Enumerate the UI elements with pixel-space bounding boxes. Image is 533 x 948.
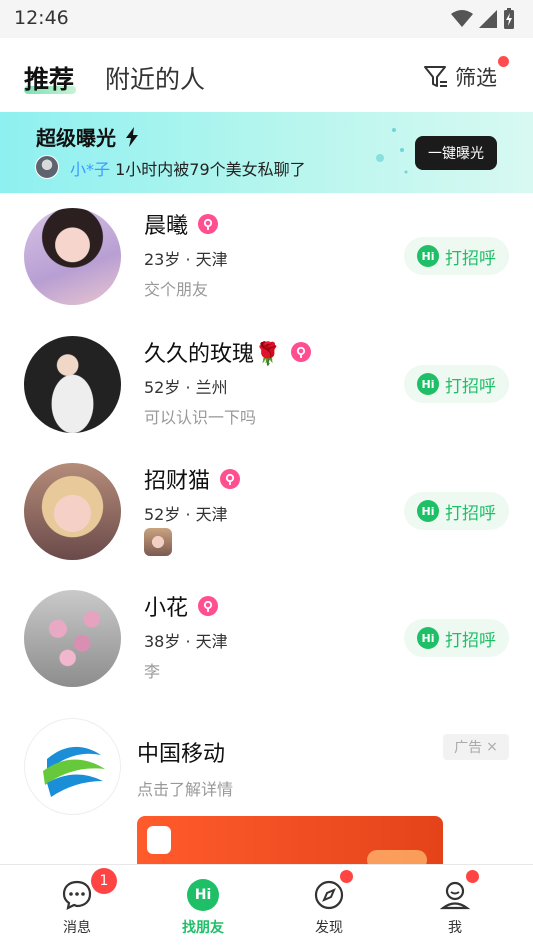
battery-icon [504, 8, 514, 29]
ad-tag[interactable]: 广告 × [443, 734, 509, 760]
user-card[interactable]: 晨曦 23岁 · 天津 交个朋友 Hi 打招呼 [0, 192, 533, 320]
filter-notification-dot [498, 56, 509, 67]
user-name-row: 久久的玫瑰🌹 [144, 336, 312, 368]
lightning-icon [126, 126, 138, 147]
close-icon[interactable]: × [486, 739, 498, 755]
banner-title-row: 超级曝光 [36, 122, 140, 151]
top-header: 推荐 附近的人 筛选 [0, 38, 533, 112]
tab-nearby[interactable]: 附近的人 [105, 60, 205, 96]
wifi-icon [451, 10, 473, 27]
user-name-row: 招财猫 [144, 463, 241, 495]
tab-label: 消息 [63, 920, 91, 936]
user-name: 小花 [144, 596, 189, 621]
avatar[interactable] [24, 336, 121, 433]
app-icon [147, 826, 171, 854]
user-meta: 52岁 · 兰州 [144, 378, 228, 397]
say-hi-label: 打招呼 [445, 630, 496, 651]
say-hi-button[interactable]: Hi 打招呼 [404, 492, 509, 530]
avatar[interactable] [24, 208, 121, 305]
one-click-expose-button[interactable]: 一键曝光 [415, 136, 497, 170]
user-name: 招财猫 [144, 469, 211, 494]
ad-card[interactable]: 中国移动 点击了解详情 广告 × [0, 710, 533, 866]
hi-icon: Hi [417, 500, 439, 522]
female-icon [291, 342, 312, 362]
say-hi-button[interactable]: Hi 打招呼 [404, 365, 509, 403]
user-card[interactable]: 招财猫 52岁 · 天津 Hi 打招呼 [0, 447, 533, 575]
bottom-tab-bar: 消息 Hi 找朋友 发现 我 [0, 864, 533, 948]
status-bar: 12:46 [0, 0, 533, 38]
say-hi-button[interactable]: Hi 打招呼 [404, 237, 509, 275]
filter-label: 筛选 [455, 66, 497, 90]
hi-icon: Hi [185, 877, 221, 913]
user-photo-thumbnail[interactable] [144, 528, 172, 556]
signal-icon [479, 10, 497, 28]
female-icon [220, 469, 241, 489]
say-hi-label: 打招呼 [445, 248, 496, 269]
banner-avatar [35, 155, 59, 179]
hi-icon: Hi [417, 245, 439, 267]
ad-tag-label: 广告 [454, 740, 483, 756]
banner-user-name: 小*子 [70, 160, 111, 179]
banner-message: 1小时内被79个美女私聊了 [115, 160, 306, 179]
avatar[interactable] [24, 590, 121, 687]
me-notification-dot [466, 870, 479, 883]
tab-recommended[interactable]: 推荐 [24, 60, 74, 96]
user-card[interactable]: 小花 38岁 · 天津 李 Hi 打招呼 [0, 574, 533, 702]
china-mobile-logo [24, 718, 121, 815]
tab-label: 我 [448, 920, 462, 936]
say-hi-button[interactable]: Hi 打招呼 [404, 619, 509, 657]
tab-discover[interactable]: 发现 [289, 865, 369, 948]
sparkle-decoration [376, 128, 408, 174]
say-hi-label: 打招呼 [445, 376, 496, 397]
ad-banner-image[interactable] [137, 816, 443, 866]
user-signature: 可以认识一下吗 [144, 408, 257, 427]
user-signature: 交个朋友 [144, 280, 209, 299]
user-name-row: 小花 [144, 590, 219, 622]
tab-me[interactable]: 我 [415, 865, 495, 948]
user-meta: 23岁 · 天津 [144, 250, 228, 269]
tab-find-friends[interactable]: Hi 找朋友 [163, 865, 243, 948]
user-meta: 52岁 · 天津 [144, 505, 228, 524]
chat-bubble-icon [59, 877, 95, 913]
discover-notification-dot [340, 870, 353, 883]
ad-title: 中国移动 [137, 742, 226, 767]
compass-icon [311, 877, 347, 913]
user-signature: 李 [144, 662, 161, 681]
filter-icon [424, 66, 447, 87]
banner-title: 超级曝光 [36, 126, 116, 150]
ad-subtitle: 点击了解详情 [137, 780, 234, 799]
user-name-row: 晨曦 [144, 208, 219, 240]
say-hi-label: 打招呼 [445, 503, 496, 524]
banner-text-row: 小*子 1小时内被79个美女私聊了 [70, 156, 306, 180]
tab-label: 找朋友 [182, 920, 224, 936]
status-icons [451, 8, 515, 30]
hi-icon: Hi [417, 373, 439, 395]
user-name: 晨曦 [144, 214, 189, 239]
tab-label: 发现 [315, 920, 343, 936]
avatar[interactable] [24, 463, 121, 560]
female-icon [198, 596, 219, 616]
messages-badge: 1 [91, 868, 117, 894]
status-time: 12:46 [14, 7, 69, 29]
female-icon [198, 214, 219, 234]
profile-icon [437, 877, 473, 913]
hi-icon: Hi [417, 627, 439, 649]
filter-button[interactable]: 筛选 [423, 62, 497, 92]
user-card[interactable]: 久久的玫瑰🌹 52岁 · 兰州 可以认识一下吗 Hi 打招呼 [0, 320, 533, 448]
user-meta: 38岁 · 天津 [144, 632, 228, 651]
user-name: 久久的玫瑰🌹 [144, 342, 282, 367]
